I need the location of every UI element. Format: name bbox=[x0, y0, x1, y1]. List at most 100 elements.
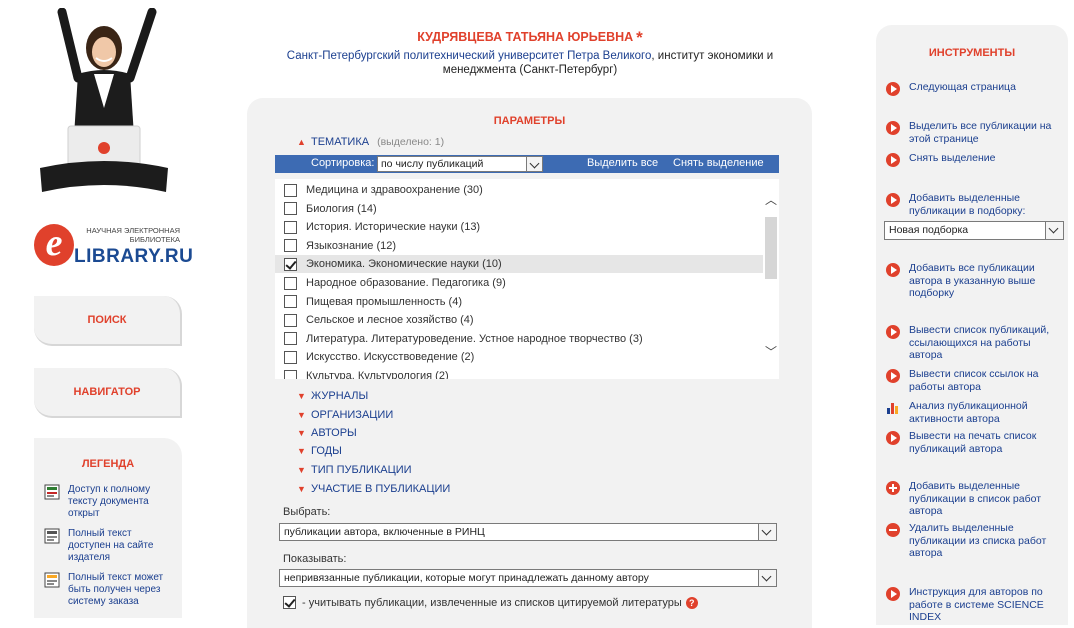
play-circle-icon bbox=[886, 587, 900, 601]
remove-from-works-link[interactable]: Удалить выделенные публикации из списка … bbox=[886, 522, 1062, 560]
topic-checkbox[interactable] bbox=[284, 350, 297, 364]
topic-row[interactable]: История. Исторические науки (13) bbox=[275, 218, 763, 236]
topic-checkbox[interactable] bbox=[284, 313, 297, 327]
chevron-down-icon bbox=[526, 157, 542, 171]
full-text-open-icon bbox=[44, 484, 60, 500]
scroll-down-icon[interactable]: ﹀ bbox=[764, 345, 778, 359]
tool-label: Вывести список публикаций, ссылающихся н… bbox=[909, 324, 1050, 361]
choose-select[interactable]: публикации автора, включенные в РИНЦ bbox=[279, 523, 777, 541]
play-circle-icon bbox=[886, 82, 900, 96]
cite-checkbox[interactable] bbox=[283, 596, 296, 609]
topic-row[interactable]: Искусство. Искусствоведение (2) bbox=[275, 348, 763, 366]
section-journals[interactable]: ▼ ЖУРНАЛЫ bbox=[297, 388, 368, 404]
tool-label: Выделить все публикации на этой странице bbox=[909, 120, 1052, 145]
star-icon: * bbox=[636, 28, 643, 47]
print-list-link[interactable]: Вывести на печать список публикаций авто… bbox=[886, 430, 1062, 455]
topics-scrollbar[interactable]: ︿ ﹀ bbox=[763, 179, 779, 379]
hero-illustration bbox=[40, 8, 168, 192]
topic-row[interactable]: Культура. Культурология (2) bbox=[275, 367, 763, 379]
tool-label: Следующая страница bbox=[909, 81, 1016, 93]
play-circle-icon bbox=[886, 325, 900, 339]
section-organizations[interactable]: ▼ ОРГАНИЗАЦИИ bbox=[297, 407, 393, 423]
clear-selection-link[interactable]: Снять выделение bbox=[673, 157, 764, 169]
search-button[interactable]: ПОИСК bbox=[34, 296, 182, 346]
topic-row[interactable]: Народное образование. Педагогика (9) bbox=[275, 274, 763, 292]
topic-checkbox[interactable] bbox=[284, 239, 297, 253]
add-to-works-link[interactable]: Добавить выделенные публикации в список … bbox=[886, 480, 1062, 518]
triangle-up-icon: ▲ bbox=[297, 137, 306, 147]
topic-label: Экономика. Экономические науки (10) bbox=[306, 258, 502, 271]
triangle-down-icon: ▼ bbox=[297, 446, 306, 456]
topic-checkbox[interactable] bbox=[284, 369, 297, 379]
tool-label: Добавить выделенные публикации в список … bbox=[909, 480, 1042, 517]
topic-row[interactable]: Экономика. Экономические науки (10) bbox=[275, 255, 763, 274]
add-to-collection-link[interactable]: Добавить выделенные публикации в подборк… bbox=[886, 192, 1062, 217]
triangle-down-icon: ▼ bbox=[297, 391, 306, 401]
organization-link[interactable]: Санкт-Петербургский политехнический унив… bbox=[287, 50, 652, 62]
select-all-on-page-link[interactable]: Выделить все публикации на этой странице bbox=[886, 120, 1062, 145]
next-page-link[interactable]: Следующая страница bbox=[886, 81, 1062, 96]
legend-panel: ЛЕГЕНДА Доступ к полному тексту документ… bbox=[34, 438, 182, 618]
section-years[interactable]: ▼ ГОДЫ bbox=[297, 443, 342, 459]
topic-checkbox[interactable] bbox=[284, 183, 297, 197]
collection-select[interactable]: Новая подборка bbox=[884, 221, 1064, 240]
science-index-guide-link[interactable]: Инструкция для авторов по работе в систе… bbox=[886, 586, 1062, 624]
chevron-down-icon bbox=[758, 524, 776, 540]
sort-bar: Сортировка: по числу публикаций Выделить… bbox=[275, 155, 779, 173]
legend-item: Доступ к полному тексту документа открыт bbox=[44, 484, 176, 520]
topic-row[interactable]: Литература. Литературоведение. Устное на… bbox=[275, 330, 763, 348]
section-participation[interactable]: ▼ УЧАСТИЕ В ПУБЛИКАЦИИ bbox=[297, 481, 450, 497]
topic-row[interactable]: Сельское и лесное хозяйство (4) bbox=[275, 311, 763, 329]
show-select[interactable]: непривязанные публикации, которые могут … bbox=[279, 569, 777, 587]
select-all-link[interactable]: Выделить все bbox=[587, 157, 658, 169]
topic-label: Биология (14) bbox=[306, 202, 377, 215]
section-topics[interactable]: ▲ ТЕМАТИКА (выделено: 1) bbox=[297, 134, 444, 150]
topic-checkbox[interactable] bbox=[284, 220, 297, 234]
tools-title: ИНСТРУМЕНТЫ bbox=[928, 47, 1016, 59]
topic-row[interactable]: Медицина и здравоохранение (30) bbox=[275, 181, 763, 199]
topic-row[interactable]: Пищевая промышленность (4) bbox=[275, 293, 763, 311]
topic-checkbox[interactable] bbox=[284, 276, 297, 290]
play-circle-icon bbox=[886, 431, 900, 445]
play-circle-icon bbox=[886, 121, 900, 135]
topic-checkbox[interactable] bbox=[284, 295, 297, 309]
tools-panel: ИНСТРУМЕНТЫ Следующая страница Выделить в… bbox=[876, 25, 1068, 625]
selected-count: (выделено: 1) bbox=[377, 136, 445, 148]
tool-label: Добавить выделенные публикации в подборк… bbox=[909, 192, 1026, 217]
add-all-to-collection-link[interactable]: Добавить все публикации автора в указанн… bbox=[886, 262, 1062, 300]
author-affiliation: Санкт-Петербургский политехнический унив… bbox=[286, 50, 774, 76]
parameters-title: ПАРАМЕТРЫ bbox=[493, 115, 566, 127]
cite-option: - учитывать публикации, извлеченные из с… bbox=[283, 596, 698, 609]
section-publication-type[interactable]: ▼ ТИП ПУБЛИКАЦИИ bbox=[297, 462, 412, 478]
triangle-down-icon: ▼ bbox=[297, 410, 306, 420]
legend-title: ЛЕГЕНДА bbox=[81, 458, 135, 470]
clear-selection-tool-link[interactable]: Снять выделение bbox=[886, 152, 1062, 167]
topic-row[interactable]: Биология (14) bbox=[275, 200, 763, 218]
topic-checkbox[interactable] bbox=[284, 202, 297, 216]
play-circle-icon bbox=[886, 263, 900, 277]
tool-label: Инструкция для авторов по работе в систе… bbox=[909, 586, 1044, 623]
tool-label: Вывести список ссылок на работы автора bbox=[909, 368, 1039, 393]
parameters-panel: ПАРАМЕТРЫ ▲ ТЕМАТИКА (выделено: 1) Сорти… bbox=[247, 98, 812, 628]
sort-select[interactable]: по числу публикаций bbox=[377, 156, 543, 172]
navigator-button[interactable]: НАВИГАТОР bbox=[34, 368, 182, 418]
topic-checkbox[interactable] bbox=[284, 332, 297, 346]
triangle-down-icon: ▼ bbox=[297, 465, 306, 475]
left-column: e Научная электронная библиотека LIBRARY… bbox=[0, 0, 200, 618]
activity-analysis-link[interactable]: Анализ публикационной активности автора bbox=[886, 400, 1062, 425]
chevron-down-icon bbox=[1045, 222, 1063, 239]
elibrary-logo[interactable]: e Научная электронная библиотека LIBRARY… bbox=[34, 222, 193, 270]
logo-brand: LIBRARY.RU bbox=[74, 246, 194, 267]
topic-checkbox[interactable] bbox=[284, 257, 297, 271]
chevron-down-icon bbox=[758, 570, 776, 586]
choose-label: Выбрать: bbox=[283, 506, 331, 518]
topic-row[interactable]: Языкознание (12) bbox=[275, 237, 763, 255]
scroll-thumb[interactable] bbox=[765, 217, 777, 279]
references-list-link[interactable]: Вывести список ссылок на работы автора bbox=[886, 368, 1062, 393]
citing-publications-link[interactable]: Вывести список публикаций, ссылающихся н… bbox=[886, 324, 1062, 362]
logo-e-letter: e bbox=[34, 224, 74, 266]
section-authors[interactable]: ▼ АВТОРЫ bbox=[297, 425, 357, 441]
bar-chart-icon bbox=[887, 403, 898, 414]
help-icon[interactable]: ? bbox=[685, 596, 698, 609]
scroll-up-icon[interactable]: ︿ bbox=[764, 193, 778, 207]
